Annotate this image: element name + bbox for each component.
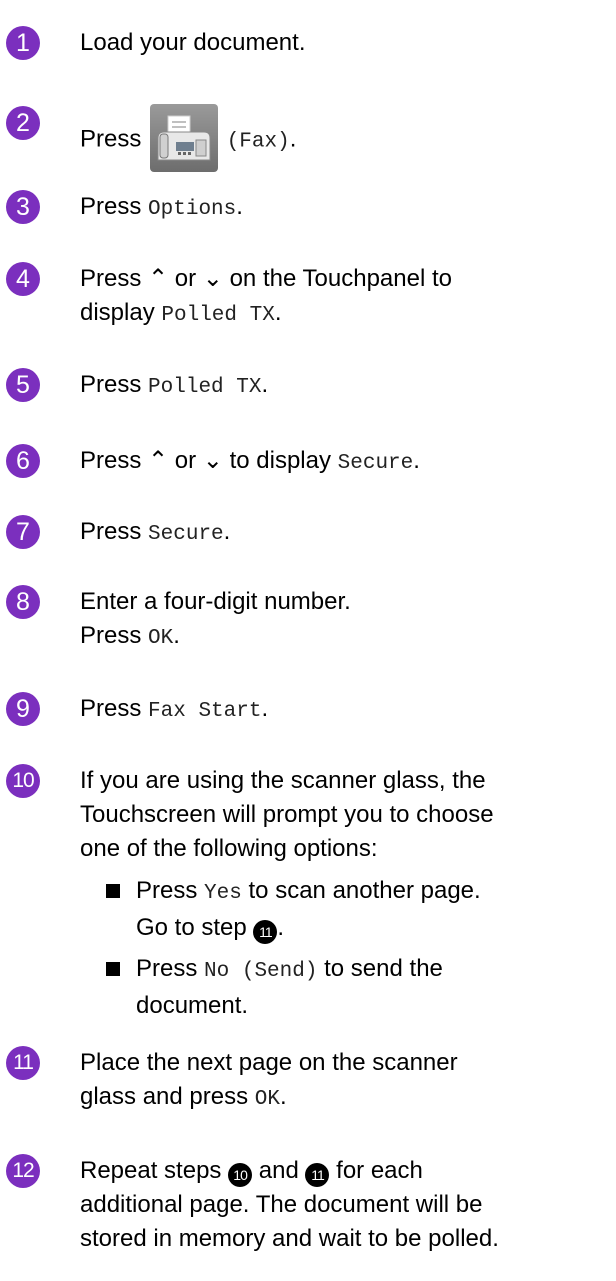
- step-line: Enter a four-digit number.: [80, 588, 351, 615]
- press-text: Press: [80, 193, 142, 220]
- step-text: Load your document.: [80, 29, 306, 56]
- step-reference-badge: 10: [228, 1163, 253, 1187]
- punct: .: [173, 622, 180, 649]
- and-text: and: [258, 1157, 299, 1184]
- fax-label: (Fax): [226, 130, 290, 154]
- bullet-line: Press No (Send) to send the: [136, 952, 443, 989]
- step-text: Press Options.: [80, 190, 612, 227]
- step-number-badge: 5: [6, 368, 40, 402]
- press-text: Press: [80, 371, 142, 398]
- step-number-badge: 2: [6, 106, 40, 140]
- step-reference-badge: 11: [305, 1163, 330, 1187]
- punct: .: [274, 299, 282, 326]
- step-number-badge: 9: [6, 692, 40, 726]
- bullet-line: Go to step 11.: [136, 911, 481, 945]
- secure-label: Secure: [337, 452, 414, 475]
- punct: .: [236, 193, 243, 220]
- step-line: one of the following options:: [80, 835, 378, 862]
- polled-tx-label: Polled TX: [161, 304, 275, 327]
- fax-start-label: Fax Start: [148, 700, 262, 723]
- bullet-text: Press Yes to scan another page. Go to st…: [136, 874, 481, 945]
- press-text: Press: [80, 622, 142, 649]
- press-text: Press ⌃ or ⌄ to display: [80, 447, 331, 474]
- bullet-rest: to send the: [324, 955, 443, 982]
- step-line: glass and press OK.: [80, 1080, 612, 1117]
- options-label: Options: [148, 198, 237, 221]
- for-each-text: for each: [336, 1157, 423, 1184]
- step-number-badge: 4: [6, 262, 40, 296]
- punct: .: [277, 914, 285, 941]
- bullet-line: Press Yes to scan another page.: [136, 874, 481, 911]
- step-text: Place the next page on the scanner glass…: [80, 1046, 612, 1117]
- step-line: display Polled TX.: [80, 296, 612, 333]
- step-number-badge: 10: [6, 764, 40, 798]
- step-text: Press (Fax).: [80, 104, 612, 174]
- step-number-badge: 11: [6, 1046, 40, 1080]
- step-text: Press ⌃ or ⌄ to display Secure.: [80, 444, 612, 481]
- step-text: Press Secure.: [80, 515, 612, 552]
- step-text: Enter a four-digit number. Press OK.: [80, 585, 612, 656]
- step-number-badge: 3: [6, 190, 40, 224]
- step-text: Press Polled TX.: [80, 368, 612, 405]
- ok-label: OK: [254, 1088, 280, 1111]
- step-number-badge: 8: [6, 585, 40, 619]
- bullet-square-icon: [106, 884, 120, 898]
- press-text: Press: [80, 695, 142, 722]
- step-number-badge: 7: [6, 515, 40, 549]
- press-text: Press: [136, 955, 198, 982]
- repeat-text: Repeat steps: [80, 1157, 222, 1184]
- fax-machine-icon: [150, 104, 219, 172]
- step-reference-badge: 11: [253, 920, 278, 944]
- step-text: Press ⌃ or ⌄ on the Touchpanel to displa…: [80, 262, 612, 333]
- step-line: Place the next page on the scanner: [80, 1049, 458, 1076]
- step-number-badge: 12: [6, 1154, 40, 1188]
- step-text: If you are using the scanner glass, the …: [80, 764, 612, 866]
- punct: .: [413, 447, 420, 474]
- step-text: Press Fax Start.: [80, 692, 612, 729]
- press-text: Press: [80, 125, 142, 153]
- step-number-badge: 6: [6, 444, 40, 478]
- step-line: If you are using the scanner glass, the: [80, 767, 486, 794]
- punct: .: [279, 1083, 287, 1110]
- press-text: Press: [136, 877, 198, 904]
- step-line: Press ⌃ or ⌄ on the Touchpanel to: [80, 265, 452, 292]
- bullet-rest: to scan another page.: [248, 877, 481, 904]
- step-line: Repeat steps 10 and 11 for each: [80, 1154, 612, 1188]
- step-line: Touchscreen will prompt you to choose: [80, 801, 494, 828]
- step-line: stored in memory and wait to be polled.: [80, 1225, 499, 1252]
- step-text: Repeat steps 10 and 11 for each addition…: [80, 1154, 612, 1256]
- punct: .: [261, 695, 269, 722]
- step-number-badge: 1: [6, 26, 40, 60]
- punct: .: [289, 125, 297, 153]
- ok-label: OK: [148, 627, 174, 650]
- bullet-text: Press No (Send) to send the document.: [136, 952, 443, 1023]
- no-send-label: No (Send): [204, 960, 318, 983]
- press-text: Press: [80, 518, 142, 545]
- secure-label: Secure: [148, 523, 224, 546]
- step-line: additional page. The document will be: [80, 1191, 483, 1218]
- step-line: Press OK.: [80, 619, 612, 656]
- punct: .: [261, 371, 269, 398]
- display-text: display: [80, 299, 155, 326]
- punct: .: [223, 518, 231, 545]
- bullet-square-icon: [106, 962, 120, 976]
- step-line-text: glass and press: [80, 1083, 249, 1110]
- goto-text: Go to step: [136, 914, 247, 941]
- polled-tx-label: Polled TX: [148, 376, 262, 399]
- yes-label: Yes: [204, 882, 242, 905]
- bullet-line: document.: [136, 992, 249, 1019]
